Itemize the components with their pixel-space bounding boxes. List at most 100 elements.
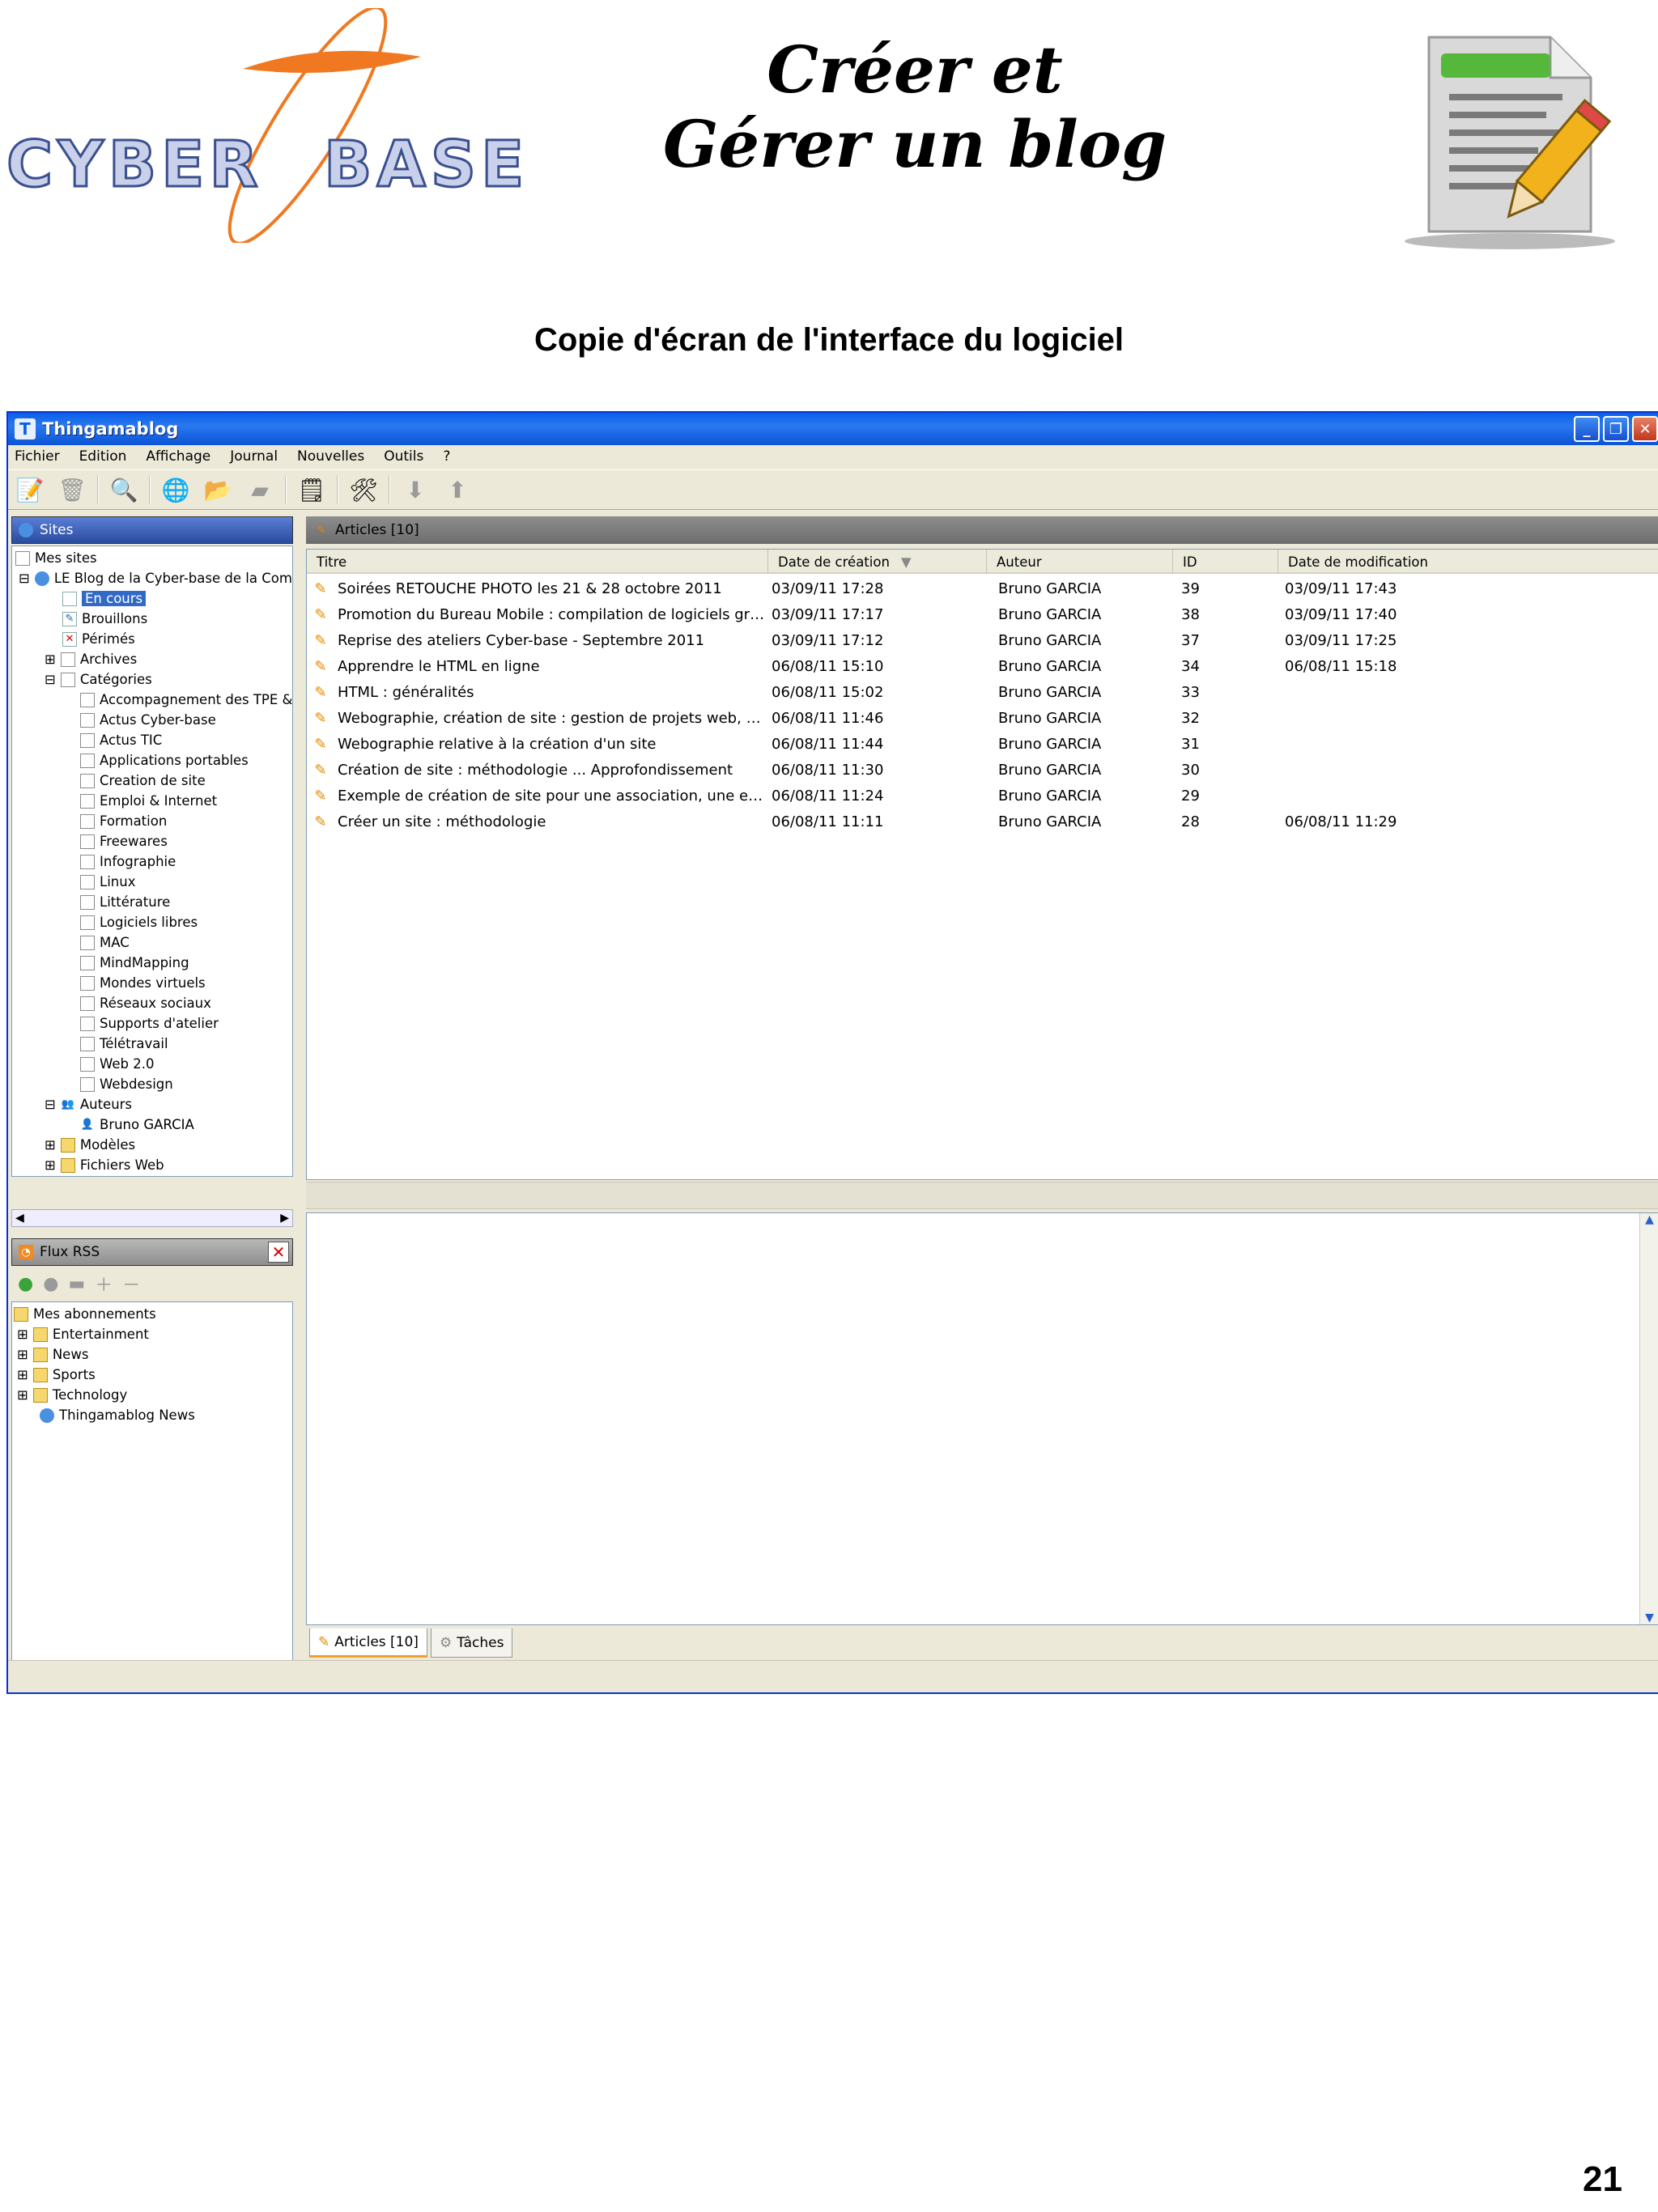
menu-edition[interactable]: Edition bbox=[79, 448, 127, 465]
category-item[interactable]: Télétravail bbox=[80, 1034, 168, 1054]
category-item[interactable]: Emploi & Internet bbox=[80, 791, 217, 811]
category-item[interactable]: Logiciels libres bbox=[80, 912, 198, 932]
menu-journal[interactable]: Journal bbox=[230, 448, 278, 465]
table-row[interactable]: ✎ Créer un site : méthodologie 06/08/11 11… bbox=[307, 809, 1658, 834]
close-button[interactable]: ✕ bbox=[1632, 416, 1658, 442]
main-toolbar: 📝 🗑 🔍 🌐 📂 ▰ 🗒 🛠 ⬇ ⬆ bbox=[8, 469, 1658, 510]
tree-node-blog[interactable]: ⊟ LE Blog de la Cyber-base de la Comm bbox=[19, 568, 292, 588]
tree-node-auteurs[interactable]: ⊟ 👥 Auteurs bbox=[45, 1094, 132, 1114]
column-header-titre[interactable]: Titre bbox=[307, 550, 768, 574]
column-header-id[interactable]: ID bbox=[1173, 550, 1278, 574]
tree-label: News bbox=[52, 1347, 89, 1362]
tree-node-mes-sites[interactable]: Mes sites bbox=[15, 548, 97, 568]
category-item[interactable]: Réseaux sociaux bbox=[80, 993, 211, 1013]
view-icon[interactable]: 🗒 bbox=[295, 473, 329, 507]
category-item[interactable]: Web 2.0 bbox=[80, 1054, 154, 1074]
publish-disabled-icon[interactable]: ▰ bbox=[243, 473, 277, 507]
rss-folder[interactable]: ⊞ Entertainment bbox=[17, 1324, 149, 1344]
remove-feed-icon[interactable]: － bbox=[122, 1271, 140, 1297]
rss-feed[interactable]: Thingamablog News bbox=[40, 1405, 195, 1425]
tree-label: Fichiers Web bbox=[79, 1157, 164, 1173]
category-item[interactable]: Linux bbox=[80, 872, 135, 892]
move-up-icon[interactable]: ⬆ bbox=[440, 473, 474, 507]
category-item[interactable]: Formation bbox=[80, 811, 167, 831]
scroll-left-icon[interactable]: ◀ bbox=[15, 1212, 24, 1225]
category-item[interactable]: Littérature bbox=[80, 892, 170, 912]
table-row[interactable]: ✎ Webographie relative à la création d'un… bbox=[307, 731, 1658, 757]
refresh-icon[interactable]: ● bbox=[18, 1274, 33, 1294]
menu-outils[interactable]: Outils bbox=[384, 448, 423, 465]
cell-author: Bruno GARCIA bbox=[998, 787, 1102, 805]
close-rss-panel-icon[interactable]: ✕ bbox=[268, 1242, 289, 1263]
scroll-right-icon[interactable]: ▶ bbox=[280, 1212, 289, 1225]
article-preview-pane: ▲ ▼ bbox=[306, 1212, 1658, 1625]
tree-node-en-cours[interactable]: En cours bbox=[62, 588, 147, 609]
tree-node-brouillons[interactable]: ✎ Brouillons bbox=[62, 609, 147, 629]
tree-node-archives[interactable]: ⊞ Archives bbox=[45, 649, 137, 669]
tree-node-modeles[interactable]: ⊞ Modèles bbox=[45, 1135, 135, 1155]
search-icon[interactable]: 🔍 bbox=[107, 473, 141, 507]
category-item[interactable]: Applications portables bbox=[80, 750, 249, 771]
column-header-date-modification[interactable]: Date de modification bbox=[1278, 550, 1658, 574]
folder-add-icon[interactable]: ▬ bbox=[68, 1274, 85, 1294]
tools-icon[interactable]: 🛠 bbox=[346, 473, 380, 507]
table-row[interactable]: ✎ Promotion du Bureau Mobile : compilatio… bbox=[307, 601, 1658, 627]
menu-help[interactable]: ? bbox=[443, 448, 450, 465]
cell-title: Webographie relative à la création d'un … bbox=[338, 735, 657, 753]
tab-articles[interactable]: ✎ Articles [10] bbox=[309, 1628, 427, 1658]
delete-entry-icon[interactable]: 🗑 bbox=[55, 473, 89, 507]
scroll-down-icon[interactable]: ▼ bbox=[1645, 1611, 1654, 1624]
category-icon bbox=[80, 1016, 95, 1031]
articles-header-label: Articles [10] bbox=[335, 522, 419, 538]
menu-affichage[interactable]: Affichage bbox=[146, 448, 210, 465]
entry-pencil-icon: ✎ bbox=[314, 761, 327, 779]
table-row[interactable]: ✎ Webographie, création de site : gestion… bbox=[307, 705, 1658, 731]
table-row[interactable]: ✎ Apprendre le HTML en ligne 06/08/11 15:1… bbox=[307, 653, 1658, 679]
tree-node-author[interactable]: 👤 Bruno GARCIA bbox=[80, 1114, 194, 1135]
menu-nouvelles[interactable]: Nouvelles bbox=[297, 448, 364, 465]
category-item[interactable]: Accompagnement des TPE & bbox=[80, 690, 292, 710]
minimize-button[interactable]: _ bbox=[1574, 416, 1600, 442]
publish-all-icon[interactable]: 📂 bbox=[201, 473, 235, 507]
tree-node-fichiers-web[interactable]: ⊞ Fichiers Web bbox=[45, 1155, 164, 1175]
table-row[interactable]: ✎ Création de site : méthodologie ... App… bbox=[307, 757, 1658, 783]
cell-title: Soirées RETOUCHE PHOTO les 21 & 28 octob… bbox=[338, 580, 722, 597]
tab-taches[interactable]: ⚙ Tâches bbox=[430, 1628, 513, 1658]
rss-folder[interactable]: ⊞ Technology bbox=[17, 1385, 127, 1405]
category-item[interactable]: Actus TIC bbox=[80, 730, 162, 750]
table-row[interactable]: ✎ HTML : généralités 06/08/11 15:02 Bruno G… bbox=[307, 679, 1658, 705]
tree-node-perimes[interactable]: ✕ Périmés bbox=[62, 629, 135, 649]
category-item[interactable]: Creation de site bbox=[80, 771, 206, 791]
split-pane-divider[interactable] bbox=[306, 1182, 1658, 1209]
maximize-button[interactable]: ❐ bbox=[1603, 416, 1629, 442]
rss-folder[interactable]: ⊞ Sports bbox=[17, 1365, 96, 1385]
add-feed-icon[interactable]: ＋ bbox=[95, 1271, 113, 1297]
table-row[interactable]: ✎ Reprise des ateliers Cyber-base - Septe… bbox=[307, 627, 1658, 653]
table-row[interactable]: ✎ Soirées RETOUCHE PHOTO les 21 & 28 octo… bbox=[307, 575, 1658, 601]
category-item[interactable]: MAC bbox=[80, 932, 130, 953]
category-item[interactable]: Mondes virtuels bbox=[80, 973, 206, 993]
scroll-up-icon[interactable]: ▲ bbox=[1645, 1213, 1654, 1226]
window-titlebar[interactable]: T Thingamablog _ ❐ ✕ bbox=[8, 413, 1658, 445]
category-item[interactable]: Infographie bbox=[80, 851, 176, 872]
category-item[interactable]: MindMapping bbox=[80, 953, 189, 973]
sites-horizontal-scrollbar[interactable]: ◀ ▶ bbox=[11, 1209, 293, 1227]
rss-panel-header[interactable]: ◔ Flux RSS ✕ bbox=[11, 1238, 293, 1266]
column-header-date-creation[interactable]: Date de création ▼ bbox=[768, 550, 987, 574]
menu-fichier[interactable]: Fichier bbox=[15, 448, 60, 465]
stop-icon[interactable]: ● bbox=[43, 1274, 58, 1294]
rss-root[interactable]: Mes abonnements bbox=[14, 1304, 156, 1324]
tree-node-categories[interactable]: ⊟ Catégories bbox=[45, 669, 152, 690]
category-item[interactable]: Webdesign bbox=[80, 1074, 173, 1094]
category-item[interactable]: Supports d'atelier bbox=[80, 1013, 219, 1034]
new-entry-icon[interactable]: 📝 bbox=[13, 473, 47, 507]
sites-panel-header[interactable]: Sites bbox=[11, 516, 293, 544]
move-down-icon[interactable]: ⬇ bbox=[398, 473, 432, 507]
publish-icon[interactable]: 🌐 bbox=[159, 473, 193, 507]
table-row[interactable]: ✎ Exemple de création de site pour une as… bbox=[307, 783, 1658, 809]
column-header-auteur[interactable]: Auteur bbox=[987, 550, 1173, 574]
category-item[interactable]: Freewares bbox=[80, 831, 168, 851]
preview-vertical-scrollbar[interactable]: ▲ ▼ bbox=[1639, 1213, 1658, 1624]
category-item[interactable]: Actus Cyber-base bbox=[80, 710, 216, 730]
rss-folder[interactable]: ⊞ News bbox=[17, 1344, 88, 1365]
